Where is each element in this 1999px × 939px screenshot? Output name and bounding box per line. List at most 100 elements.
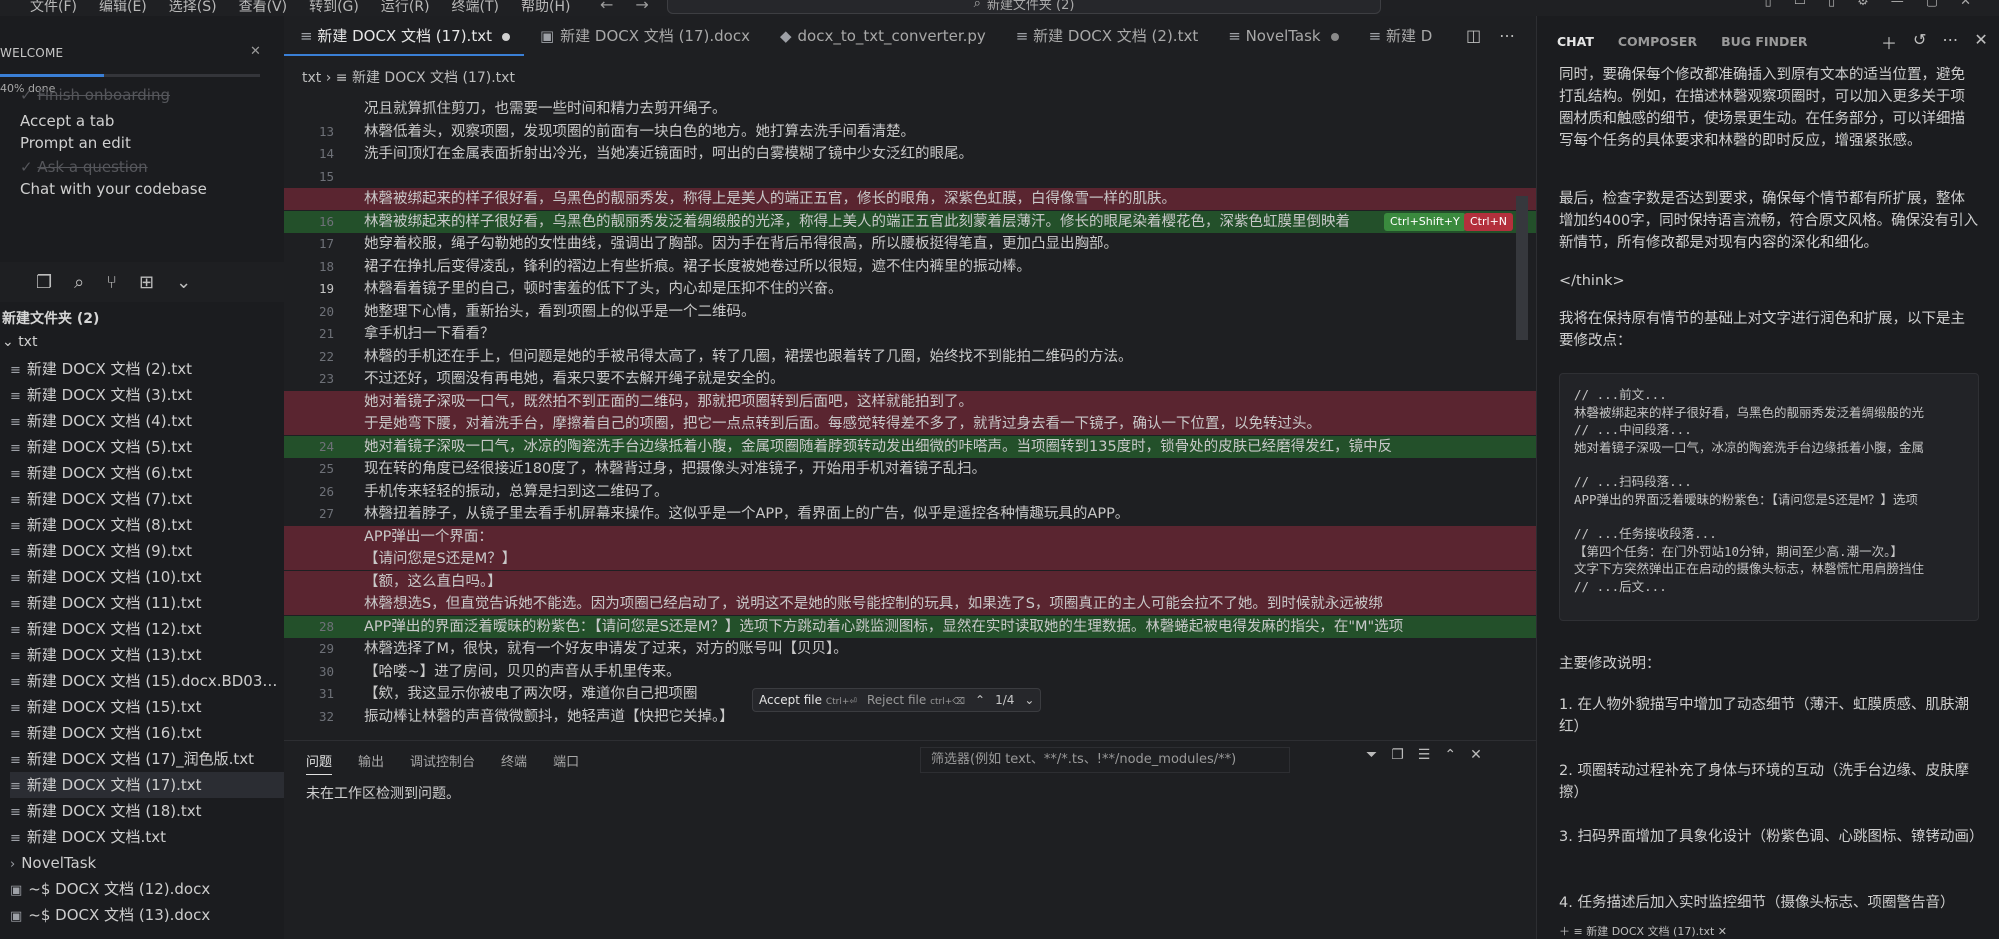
problems-filter-input[interactable]: 筛选器(例如 text、**/*.ts、!**/node_modules/**) bbox=[920, 747, 1290, 773]
check-icon: ✓ bbox=[20, 158, 38, 176]
editor-tab[interactable]: ≡ 新建 DOCX 文档 (2).txt bbox=[1000, 16, 1212, 56]
file-item[interactable]: ≡ 新建 DOCX 文档 (4).txt bbox=[10, 408, 284, 434]
file-label: 新建 DOCX 文档.txt bbox=[26, 828, 166, 846]
accept-file-button[interactable]: Accept file Ctrl+⏎ bbox=[759, 693, 857, 707]
filter-icon[interactable]: ⏷ bbox=[1366, 747, 1377, 763]
file-item[interactable]: ≡ 新建 DOCX 文档 (10).txt bbox=[10, 564, 284, 590]
editor-tab[interactable]: ▣ 新建 DOCX 文档 (17).docx bbox=[524, 16, 764, 56]
editor-tab[interactable]: ◆ docx_to_txt_converter.py bbox=[764, 16, 1000, 56]
scrollbar[interactable] bbox=[1516, 196, 1528, 340]
editor-tab[interactable]: ≡ NovelTask bbox=[1212, 16, 1352, 56]
panel-tab[interactable]: 终端 bbox=[501, 751, 527, 775]
gear-icon[interactable]: ⚙ bbox=[1857, 0, 1869, 9]
onboarding-item[interactable]: Accept a tab bbox=[20, 112, 114, 130]
file-label: 新建 DOCX 文档 (10).txt bbox=[26, 568, 202, 586]
panel-tab[interactable]: 输出 bbox=[358, 751, 384, 775]
chat-think-end: </think> bbox=[1559, 273, 1625, 289]
file-item[interactable]: ≡ 新建 DOCX 文档 (7).txt bbox=[10, 486, 284, 512]
menu-item[interactable]: 查看(V) bbox=[239, 0, 288, 16]
copy-icon[interactable]: ❐ bbox=[1391, 747, 1404, 763]
menu-item[interactable]: 运行(R) bbox=[381, 0, 430, 16]
editor-tab[interactable]: ≡ 新建 DOCX 文档 (17).txt bbox=[284, 16, 524, 56]
search-icon[interactable]: ⌕ bbox=[74, 272, 84, 293]
line-number: 23 bbox=[318, 371, 334, 386]
file-item[interactable]: ≡ 新建 DOCX 文档 (3).txt bbox=[10, 382, 284, 408]
file-item[interactable]: ≡ 新建 DOCX 文档 (8).txt bbox=[10, 512, 284, 538]
context-file-chip[interactable]: ＋ ≡ 新建 DOCX 文档 (17).txt ✕ bbox=[1559, 923, 1727, 939]
command-center[interactable]: ⌕ 新建文件夹 (2) bbox=[667, 0, 1381, 14]
back-arrow-icon[interactable]: ← bbox=[600, 0, 613, 14]
reject-file-button[interactable]: Reject file ctrl+⌫ bbox=[867, 693, 965, 707]
close-icon[interactable]: ✕ bbox=[1470, 747, 1482, 763]
source-control-icon[interactable]: ⑂ bbox=[106, 272, 117, 293]
file-item[interactable]: ≡ 新建 DOCX 文档 (5).txt bbox=[10, 434, 284, 460]
onboarding-item[interactable]: Prompt an edit bbox=[20, 134, 131, 152]
panel-tab[interactable]: 问题 bbox=[306, 751, 333, 775]
layout-sidebar-icon[interactable]: ▯ bbox=[1765, 0, 1772, 9]
file-item[interactable]: ≡ 新建 DOCX 文档 (11).txt bbox=[10, 590, 284, 616]
chevron-up-icon[interactable]: ⌃ bbox=[975, 693, 985, 707]
menu-item[interactable]: 选择(S) bbox=[169, 0, 217, 16]
explorer-root-folder[interactable]: 新建文件夹 (2) bbox=[2, 308, 99, 328]
file-item[interactable]: ≡ 新建 DOCX 文档 (18).txt bbox=[10, 798, 284, 824]
file-item[interactable]: ≡ 新建 DOCX 文档 (2).txt bbox=[10, 356, 284, 382]
nav-arrows: ← → bbox=[600, 0, 649, 14]
file-lines-icon: ≡ bbox=[10, 415, 21, 430]
chevron-down-icon[interactable]: ⌄ bbox=[1024, 693, 1034, 707]
onboarding-item[interactable]: Chat with your codebase bbox=[20, 180, 207, 198]
files-icon[interactable]: ❐ bbox=[36, 272, 52, 293]
file-item[interactable]: ≡ 新建 DOCX 文档 (12).txt bbox=[10, 616, 284, 642]
reject-line-badge[interactable]: Ctrl+N bbox=[1464, 212, 1514, 231]
file-item[interactable]: › NovelTask bbox=[10, 850, 284, 876]
folder-txt[interactable]: ⌄ txt bbox=[2, 334, 37, 350]
menu-item[interactable]: 帮助(H) bbox=[521, 0, 570, 16]
chat-panel: CHAT COMPOSER BUG FINDER ＋ ↺ ⋯ ✕ 同时，要确保每个修… bbox=[1536, 16, 1999, 939]
file-item[interactable]: ≡ 新建 DOCX 文档 (17).txt bbox=[10, 772, 284, 798]
plus-icon[interactable]: ＋ bbox=[1881, 30, 1897, 54]
menu-item[interactable]: 转到(G) bbox=[309, 0, 359, 16]
close-icon[interactable]: ✕ bbox=[1974, 30, 1987, 54]
panel-tab[interactable]: 调试控制台 bbox=[410, 751, 475, 775]
file-item[interactable]: ≡ 新建 DOCX 文档.txt bbox=[10, 824, 284, 850]
more-actions-icon[interactable]: ⋯ bbox=[1942, 30, 1958, 54]
file-item[interactable]: ≡ 新建 DOCX 文档 (6).txt bbox=[10, 460, 284, 486]
file-item[interactable]: ▣ ~$ DOCX 文档 (12).docx bbox=[10, 876, 284, 902]
breadcrumb-file[interactable]: 新建 DOCX 文档 (17).txt bbox=[352, 70, 515, 86]
extensions-icon[interactable]: ⊞ bbox=[139, 272, 154, 293]
code-editor[interactable]: 况且就算抓住剪刀，也需要一些时间和精力去剪开绳子。 13 林磬低着头，观察项圈，发现… bbox=[284, 92, 1536, 732]
layout-aux-icon[interactable]: ▯ bbox=[1828, 0, 1835, 9]
minimize-icon[interactable]: — bbox=[1891, 0, 1904, 9]
activity-bar: ❐ ⌕ ⑂ ⊞ ⌄ bbox=[0, 262, 284, 302]
forward-arrow-icon[interactable]: → bbox=[635, 0, 648, 14]
maximize-icon[interactable]: ▢ bbox=[1926, 0, 1938, 9]
chat-tab[interactable]: COMPOSER bbox=[1618, 34, 1697, 49]
menu-item[interactable]: 编辑(E) bbox=[99, 0, 147, 16]
chat-tab[interactable]: BUG FINDER bbox=[1721, 34, 1807, 49]
file-item[interactable]: ≡ 新建 DOCX 文档 (15).docx.BD0353E... bbox=[10, 668, 284, 694]
history-icon[interactable]: ↺ bbox=[1913, 30, 1926, 54]
file-item[interactable]: ≡ 新建 DOCX 文档 (15).txt bbox=[10, 694, 284, 720]
accept-line-badge[interactable]: Ctrl+Shift+Y bbox=[1384, 212, 1466, 231]
close-icon[interactable]: ✕ bbox=[250, 44, 261, 59]
file-item[interactable]: ≡ 新建 DOCX 文档 (17)_润色版.txt bbox=[10, 746, 284, 772]
more-actions-icon[interactable]: ⋯ bbox=[1499, 16, 1515, 56]
file-item[interactable]: ≡ 新建 DOCX 文档 (13).txt bbox=[10, 642, 284, 668]
line-text: 林磬的手机还在手上，但问题是她的手被吊得太高了，转了几圈，裙摆也跟着转了几圈，始… bbox=[364, 348, 1133, 365]
file-item[interactable]: ▣ ~$ DOCX 文档 (13).docx bbox=[10, 902, 284, 928]
menu-item[interactable]: 文件(F) bbox=[30, 0, 77, 16]
split-editor-icon[interactable]: ◫ bbox=[1466, 16, 1481, 56]
file-item[interactable]: ≡ 新建 DOCX 文档 (9).txt bbox=[10, 538, 284, 564]
chevron-down-icon[interactable]: ⌄ bbox=[176, 272, 191, 293]
menu-item[interactable]: 终端(T) bbox=[452, 0, 499, 16]
editor-tab[interactable]: ≡ 新建 D bbox=[1353, 16, 1447, 56]
panel-tab[interactable]: 端口 bbox=[553, 751, 579, 775]
onboarding-item[interactable]: ✓ Finish onboarding bbox=[20, 86, 170, 104]
layout-panel-icon[interactable]: ▭ bbox=[1794, 0, 1806, 9]
onboarding-item[interactable]: ✓ Ask a question bbox=[20, 158, 148, 176]
list-icon[interactable]: ☰ bbox=[1418, 747, 1431, 763]
close-window-icon[interactable]: ✕ bbox=[1960, 0, 1971, 9]
file-item[interactable]: ≡ 新建 DOCX 文档 (16).txt bbox=[10, 720, 284, 746]
breadcrumb-folder[interactable]: txt bbox=[302, 70, 321, 86]
chevron-up-icon[interactable]: ⌃ bbox=[1444, 747, 1456, 763]
chat-tab[interactable]: CHAT bbox=[1557, 34, 1594, 49]
